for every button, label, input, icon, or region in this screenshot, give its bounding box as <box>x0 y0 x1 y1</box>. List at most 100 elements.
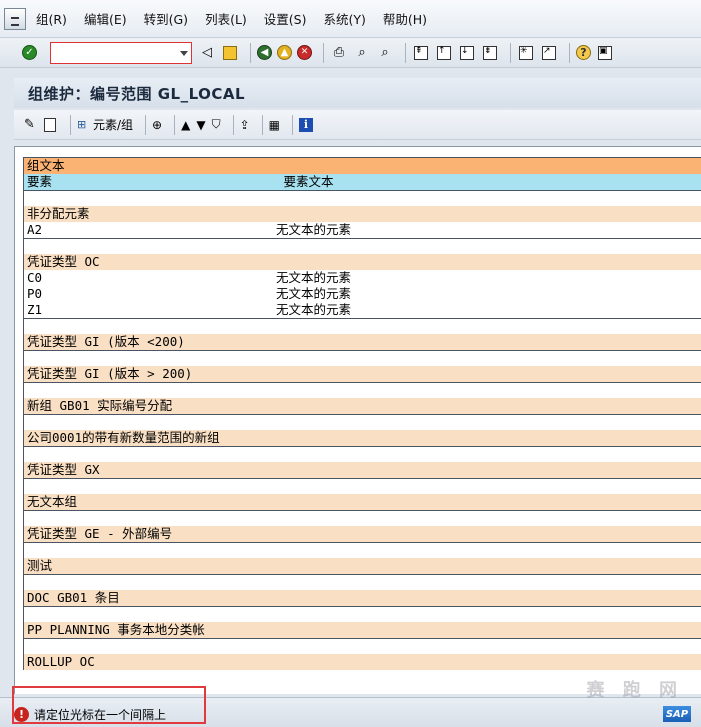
shortcut-icon[interactable]: ↗ <box>542 45 556 60</box>
application-toolbar: ✎ ⊞ 元素/组 ⊕ ▲ ▼ ⛉ ⇪ ▦ i <box>14 110 701 140</box>
back-icon[interactable]: ◀ <box>257 45 272 60</box>
status-message-text: 请定位光标在一个间隔上 <box>34 708 167 722</box>
pencil-icon[interactable]: ✎ <box>24 117 38 132</box>
menu-bar: 组(R) 编辑(E) 转到(G) 列表(L) 设置(S) 系统(Y) 帮助(H) <box>0 0 701 38</box>
status-message[interactable]: ! 请定位光标在一个间隔上 <box>14 706 166 723</box>
group-row[interactable]: ROLLUP OC <box>24 654 701 670</box>
exit-icon[interactable]: ▲ <box>277 45 292 60</box>
menu-item-edit[interactable]: 编辑(E) <box>84 9 127 28</box>
sap-menu-icon[interactable] <box>4 7 26 30</box>
last-page-icon[interactable]: ⇟ <box>483 45 497 60</box>
page-title: 组维护：编号范围 GL_LOCAL <box>28 84 246 103</box>
group-separator <box>24 510 701 526</box>
group-row[interactable]: PP PLANNING 事务本地分类帐 <box>24 622 701 638</box>
command-field[interactable] <box>50 41 192 64</box>
group-separator <box>24 238 701 254</box>
group-row[interactable]: 公司0001的带有新数量范围的新组 <box>24 430 701 446</box>
menu-item-help[interactable]: 帮助(H) <box>383 9 427 28</box>
group-separator <box>24 414 701 430</box>
column-header-element: 要素 <box>27 174 53 189</box>
next-page-icon[interactable]: ↓ <box>460 45 474 60</box>
find-icon[interactable]: ⌕ <box>353 44 371 62</box>
new-session-icon[interactable]: ✳ <box>519 45 533 60</box>
filter-icon[interactable]: ⛉ <box>212 117 221 132</box>
command-input[interactable] <box>51 42 171 63</box>
zoom-icon[interactable]: ⊕ <box>152 118 162 132</box>
group-row[interactable]: 凭证类型 OC <box>24 254 701 270</box>
menu-item-system[interactable]: 系统(Y) <box>323 9 365 28</box>
group-separator <box>24 318 701 334</box>
group-row[interactable]: 凭证类型 GE - 外部编号 <box>24 526 701 542</box>
group-separator <box>24 350 701 366</box>
group-row[interactable]: 凭证类型 GI (版本 > 200) <box>24 366 701 382</box>
group-row[interactable]: 非分配元素 <box>24 206 701 222</box>
group-text-header: 组文本 <box>24 158 701 174</box>
toolbar-divider <box>569 42 570 63</box>
toolbar-divider <box>323 42 324 63</box>
group-row[interactable]: 凭证类型 GI (版本 <200) <box>24 334 701 350</box>
element-code: Z1 <box>27 302 43 317</box>
title-bar: 组维护：编号范围 GL_LOCAL <box>14 78 701 108</box>
grid-layout-icon[interactable]: ▦ <box>269 118 280 132</box>
group-list: 非分配元素 A2 无文本的元素 凭证类型 OC C0 无文本的元素 P0 无文本的元素 Z1 无文… <box>24 190 701 670</box>
group-separator <box>24 606 701 622</box>
list-area: 组文本 要素 要素文本 非分配元素 A2 无文本的元素 凭证类型 OC C0 无文本的元素… <box>14 146 701 694</box>
group-row[interactable]: 新组 GB01 实际编号分配 <box>24 398 701 414</box>
element-row[interactable]: C0 无文本的元素 <box>24 270 701 286</box>
element-code: C0 <box>27 270 43 285</box>
sort-descending-icon[interactable]: ▼ <box>196 118 205 132</box>
group-separator <box>24 542 701 558</box>
menu-item-settings[interactable]: 设置(S) <box>264 9 307 28</box>
menu-item-group[interactable]: 组(R) <box>36 9 67 28</box>
group-separator <box>24 638 701 654</box>
cancel-icon[interactable]: ✕ <box>297 45 312 60</box>
toolbar-divider <box>232 114 234 135</box>
element-code: P0 <box>27 286 43 301</box>
enter-check-icon[interactable]: ✓ <box>22 45 37 60</box>
column-headers: 要素 要素文本 <box>24 174 701 190</box>
menu-item-list[interactable]: 列表(L) <box>205 9 247 28</box>
element-row[interactable]: A2 无文本的元素 <box>24 222 701 238</box>
first-page-icon[interactable]: ⇞ <box>414 45 428 60</box>
system-toolbar: ✓ ◁ ◀ ▲ ✕ ⎙ ⌕ ⌕ ⇞ ↑ ↓ ⇟ ✳ ↗ ? ▣ <box>0 38 701 68</box>
save-icon[interactable] <box>223 45 237 60</box>
element-row[interactable]: Z1 无文本的元素 <box>24 302 701 318</box>
element-list: 组文本 要素 要素文本 非分配元素 A2 无文本的元素 凭证类型 OC C0 无文本的元素… <box>23 157 701 670</box>
group-row[interactable]: 测试 <box>24 558 701 574</box>
print-icon[interactable]: ⎙ <box>330 44 348 62</box>
triangle-left-icon[interactable]: ◁ <box>198 44 216 62</box>
group-separator <box>24 446 701 462</box>
group-row[interactable]: 无文本组 <box>24 494 701 510</box>
error-icon: ! <box>14 707 29 722</box>
column-header-element-text: 要素文本 <box>283 174 334 189</box>
element-text: 无文本的元素 <box>276 302 352 317</box>
chevron-down-icon[interactable] <box>180 50 188 56</box>
toolbar-divider <box>250 42 251 63</box>
toolbar-divider <box>145 114 147 135</box>
menu-item-goto[interactable]: 转到(G) <box>144 9 188 28</box>
new-document-icon[interactable] <box>44 117 56 132</box>
toolbar-divider <box>70 114 71 135</box>
sort-ascending-icon[interactable]: ▲ <box>181 118 190 132</box>
group-separator <box>24 478 701 494</box>
group-row[interactable]: 凭证类型 GX <box>24 462 701 478</box>
help-icon[interactable]: ? <box>576 45 591 60</box>
element-row[interactable]: P0 无文本的元素 <box>24 286 701 302</box>
hierarchy-icon: ⊞ <box>77 117 87 131</box>
find-next-icon[interactable]: ⌕ <box>376 44 394 62</box>
status-bar: ! 请定位光标在一个间隔上 赛 跑 网 SAP <box>0 680 701 727</box>
element-text: 无文本的元素 <box>276 270 352 285</box>
sap-logo: SAP <box>663 706 691 722</box>
toolbar-divider <box>261 114 263 135</box>
info-icon[interactable]: i <box>299 117 313 132</box>
element-text: 无文本的元素 <box>276 222 352 237</box>
element-code: A2 <box>27 222 43 237</box>
group-row[interactable]: DOC GB01 条目 <box>24 590 701 606</box>
element-text: 无文本的元素 <box>276 286 352 301</box>
group-separator <box>24 382 701 398</box>
previous-page-icon[interactable]: ↑ <box>437 45 451 60</box>
elements-group-button[interactable]: ⊞ 元素/组 <box>77 116 133 133</box>
export-icon[interactable]: ⇪ <box>240 118 250 132</box>
layout-icon[interactable]: ▣ <box>598 45 612 60</box>
group-separator <box>24 190 701 206</box>
